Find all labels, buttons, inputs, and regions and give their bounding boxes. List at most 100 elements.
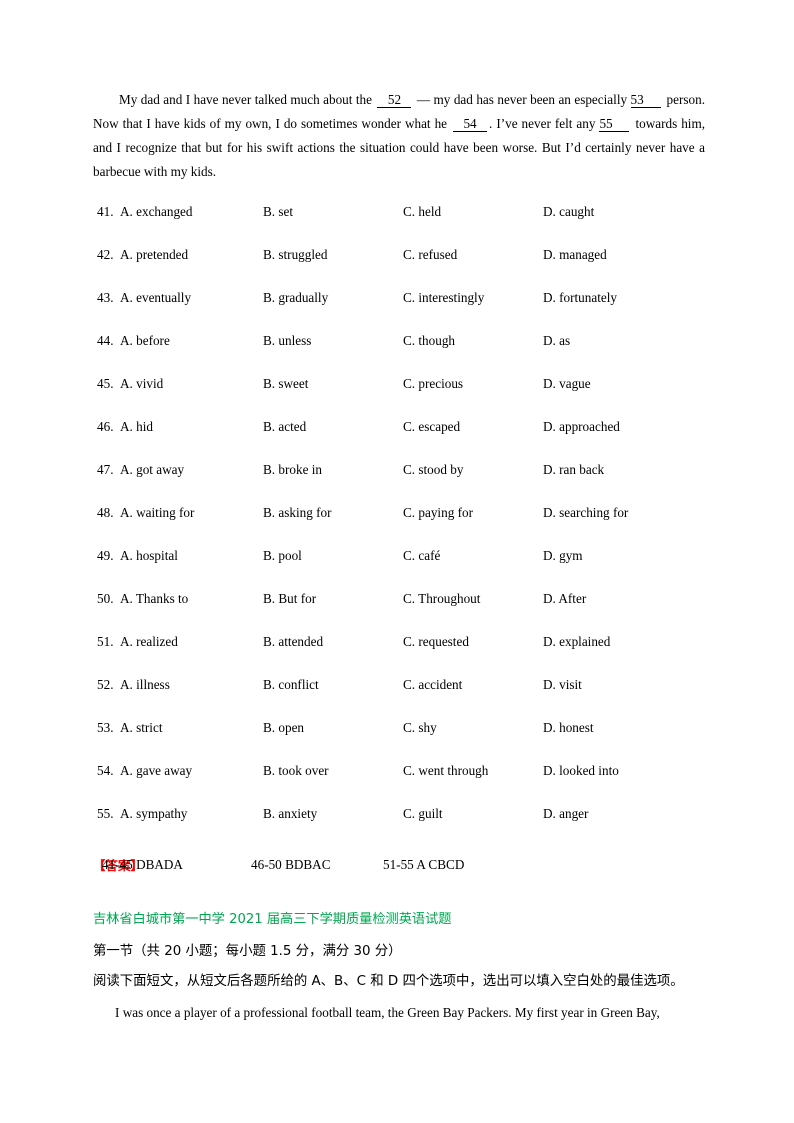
option-choice-a[interactable]: A. gave away bbox=[120, 763, 192, 779]
option-choice-a[interactable]: A. got away bbox=[120, 462, 184, 478]
option-number: 52. bbox=[97, 677, 114, 692]
answer-key-group-1: 41-45 DBADA bbox=[102, 857, 183, 872]
option-choice-d[interactable]: D. gym bbox=[543, 548, 583, 564]
option-row-51: 51. A. realized B. attended C. requested… bbox=[93, 634, 705, 677]
option-choice-b[interactable]: B. asking for bbox=[263, 505, 332, 521]
option-choice-a[interactable]: A. eventually bbox=[120, 290, 191, 306]
option-choice-b[interactable]: B. But for bbox=[263, 591, 316, 607]
option-choice-a[interactable]: A. pretended bbox=[120, 247, 188, 263]
blank-55: 55 bbox=[599, 116, 630, 132]
option-row-43: 43. A. eventually B. gradually C. intere… bbox=[93, 290, 705, 333]
option-number: 48. bbox=[97, 505, 114, 520]
option-number: 55. bbox=[97, 806, 114, 821]
option-choice-b[interactable]: B. conflict bbox=[263, 677, 319, 693]
option-choice-c[interactable]: C. shy bbox=[403, 720, 437, 736]
passage-line2-post: . I’ve never felt any bbox=[489, 116, 596, 131]
option-choice-d[interactable]: D. fortunately bbox=[543, 290, 617, 306]
passage-line1-pre: My dad and I have never talked much abou… bbox=[119, 92, 372, 107]
option-choice-b[interactable]: B. attended bbox=[263, 634, 323, 650]
option-choice-d[interactable]: D. honest bbox=[543, 720, 594, 736]
option-number: 42. bbox=[97, 247, 114, 262]
option-choice-c[interactable]: C. precious bbox=[403, 376, 463, 392]
option-choice-c[interactable]: C. café bbox=[403, 548, 440, 564]
option-choice-c[interactable]: C. went through bbox=[403, 763, 488, 779]
section-instruction: 阅读下面短文，从短文后各题所给的 A、B、C 和 D 四个选项中，选出可以填入空… bbox=[93, 974, 684, 989]
answer-key-line: 【答案】 41-45 DBADA 46-50 BDBAC 51-55 A CBCD bbox=[93, 855, 705, 881]
next-passage-text: I was once a player of a professional fo… bbox=[115, 1005, 660, 1020]
option-number: 45. bbox=[97, 376, 114, 391]
option-choice-a[interactable]: A. vivid bbox=[120, 376, 163, 392]
option-choice-d[interactable]: D. approached bbox=[543, 419, 620, 435]
option-choice-b[interactable]: B. pool bbox=[263, 548, 302, 564]
blank-53: 53 bbox=[630, 92, 661, 108]
option-choice-d[interactable]: D. looked into bbox=[543, 763, 619, 779]
option-choice-d[interactable]: D. caught bbox=[543, 204, 594, 220]
option-choice-d[interactable]: D. visit bbox=[543, 677, 582, 693]
option-choice-a[interactable]: A. illness bbox=[120, 677, 170, 693]
option-number: 50. bbox=[97, 591, 114, 606]
option-choice-c[interactable]: C. though bbox=[403, 333, 455, 349]
option-choice-a[interactable]: A. hid bbox=[120, 419, 153, 435]
options-list: 41. A. exchanged B. set C. held D. caugh… bbox=[93, 204, 705, 849]
option-row-52: 52. A. illness B. conflict C. accident D… bbox=[93, 677, 705, 720]
option-choice-b[interactable]: B. sweet bbox=[263, 376, 308, 392]
option-choice-a[interactable]: A. before bbox=[120, 333, 170, 349]
option-choice-b[interactable]: B. broke in bbox=[263, 462, 322, 478]
source-title: 吉林省白城市第一中学 2021 届高三下学期质量检测英语试题 bbox=[93, 912, 452, 927]
option-choice-c[interactable]: C. Throughout bbox=[403, 591, 480, 607]
option-choice-c[interactable]: C. requested bbox=[403, 634, 469, 650]
option-row-55: 55. A. sympathy B. anxiety C. guilt D. a… bbox=[93, 806, 705, 849]
option-choice-b[interactable]: B. struggled bbox=[263, 247, 327, 263]
option-choice-a[interactable]: A. sympathy bbox=[120, 806, 187, 822]
answer-key-group-2: 46-50 BDBAC bbox=[251, 857, 331, 872]
option-choice-d[interactable]: D. as bbox=[543, 333, 570, 349]
option-choice-a[interactable]: A. hospital bbox=[120, 548, 178, 564]
option-choice-d[interactable]: D. vague bbox=[543, 376, 591, 392]
option-choice-b[interactable]: B. took over bbox=[263, 763, 329, 779]
option-choice-b[interactable]: B. open bbox=[263, 720, 304, 736]
option-row-47: 47. A. got away B. broke in C. stood by … bbox=[93, 462, 705, 505]
option-choice-d[interactable]: D. searching for bbox=[543, 505, 628, 521]
option-choice-c[interactable]: C. paying for bbox=[403, 505, 473, 521]
option-choice-d[interactable]: D. After bbox=[543, 591, 586, 607]
blank-52: 52 bbox=[377, 92, 412, 108]
option-number: 44. bbox=[97, 333, 114, 348]
option-choice-c[interactable]: C. stood by bbox=[403, 462, 463, 478]
option-choice-d[interactable]: D. anger bbox=[543, 806, 588, 822]
option-number: 53. bbox=[97, 720, 114, 735]
option-choice-d[interactable]: D. ran back bbox=[543, 462, 604, 478]
option-number: 46. bbox=[97, 419, 114, 434]
option-choice-a[interactable]: A. Thanks to bbox=[120, 591, 188, 607]
option-number: 49. bbox=[97, 548, 114, 563]
option-row-41: 41. A. exchanged B. set C. held D. caugh… bbox=[93, 204, 705, 247]
option-choice-a[interactable]: A. exchanged bbox=[120, 204, 193, 220]
option-row-48: 48. A. waiting for B. asking for C. payi… bbox=[93, 505, 705, 548]
option-choice-c[interactable]: C. interestingly bbox=[403, 290, 484, 306]
option-choice-b[interactable]: B. set bbox=[263, 204, 293, 220]
option-choice-b[interactable]: B. acted bbox=[263, 419, 306, 435]
section-heading: 第一节（共 20 小题；每小题 1.5 分，满分 30 分） bbox=[93, 944, 402, 959]
option-choice-c[interactable]: C. refused bbox=[403, 247, 457, 263]
option-choice-c[interactable]: C. accident bbox=[403, 677, 462, 693]
option-choice-a[interactable]: A. realized bbox=[120, 634, 178, 650]
option-choice-d[interactable]: D. explained bbox=[543, 634, 610, 650]
option-row-50: 50. A. Thanks to B. But for C. Throughou… bbox=[93, 591, 705, 634]
option-number: 51. bbox=[97, 634, 114, 649]
option-choice-a[interactable]: A. waiting for bbox=[120, 505, 194, 521]
option-number: 47. bbox=[97, 462, 114, 477]
option-choice-b[interactable]: B. gradually bbox=[263, 290, 328, 306]
answer-key-group-3: 51-55 A CBCD bbox=[383, 857, 465, 872]
option-choice-b[interactable]: B. anxiety bbox=[263, 806, 317, 822]
option-choice-c[interactable]: C. guilt bbox=[403, 806, 443, 822]
option-row-54: 54. A. gave away B. took over C. went th… bbox=[93, 763, 705, 806]
option-choice-d[interactable]: D. managed bbox=[543, 247, 607, 263]
option-choice-c[interactable]: C. held bbox=[403, 204, 441, 220]
option-row-53: 53. A. strict B. open C. shy D. honest bbox=[93, 720, 705, 763]
option-number: 43. bbox=[97, 290, 114, 305]
passage-line1-post: — my dad has never been an especially bbox=[416, 92, 628, 107]
option-choice-c[interactable]: C. escaped bbox=[403, 419, 460, 435]
option-row-42: 42. A. pretended B. struggled C. refused… bbox=[93, 247, 705, 290]
option-row-46: 46. A. hid B. acted C. escaped D. approa… bbox=[93, 419, 705, 462]
option-choice-b[interactable]: B. unless bbox=[263, 333, 311, 349]
option-choice-a[interactable]: A. strict bbox=[120, 720, 163, 736]
